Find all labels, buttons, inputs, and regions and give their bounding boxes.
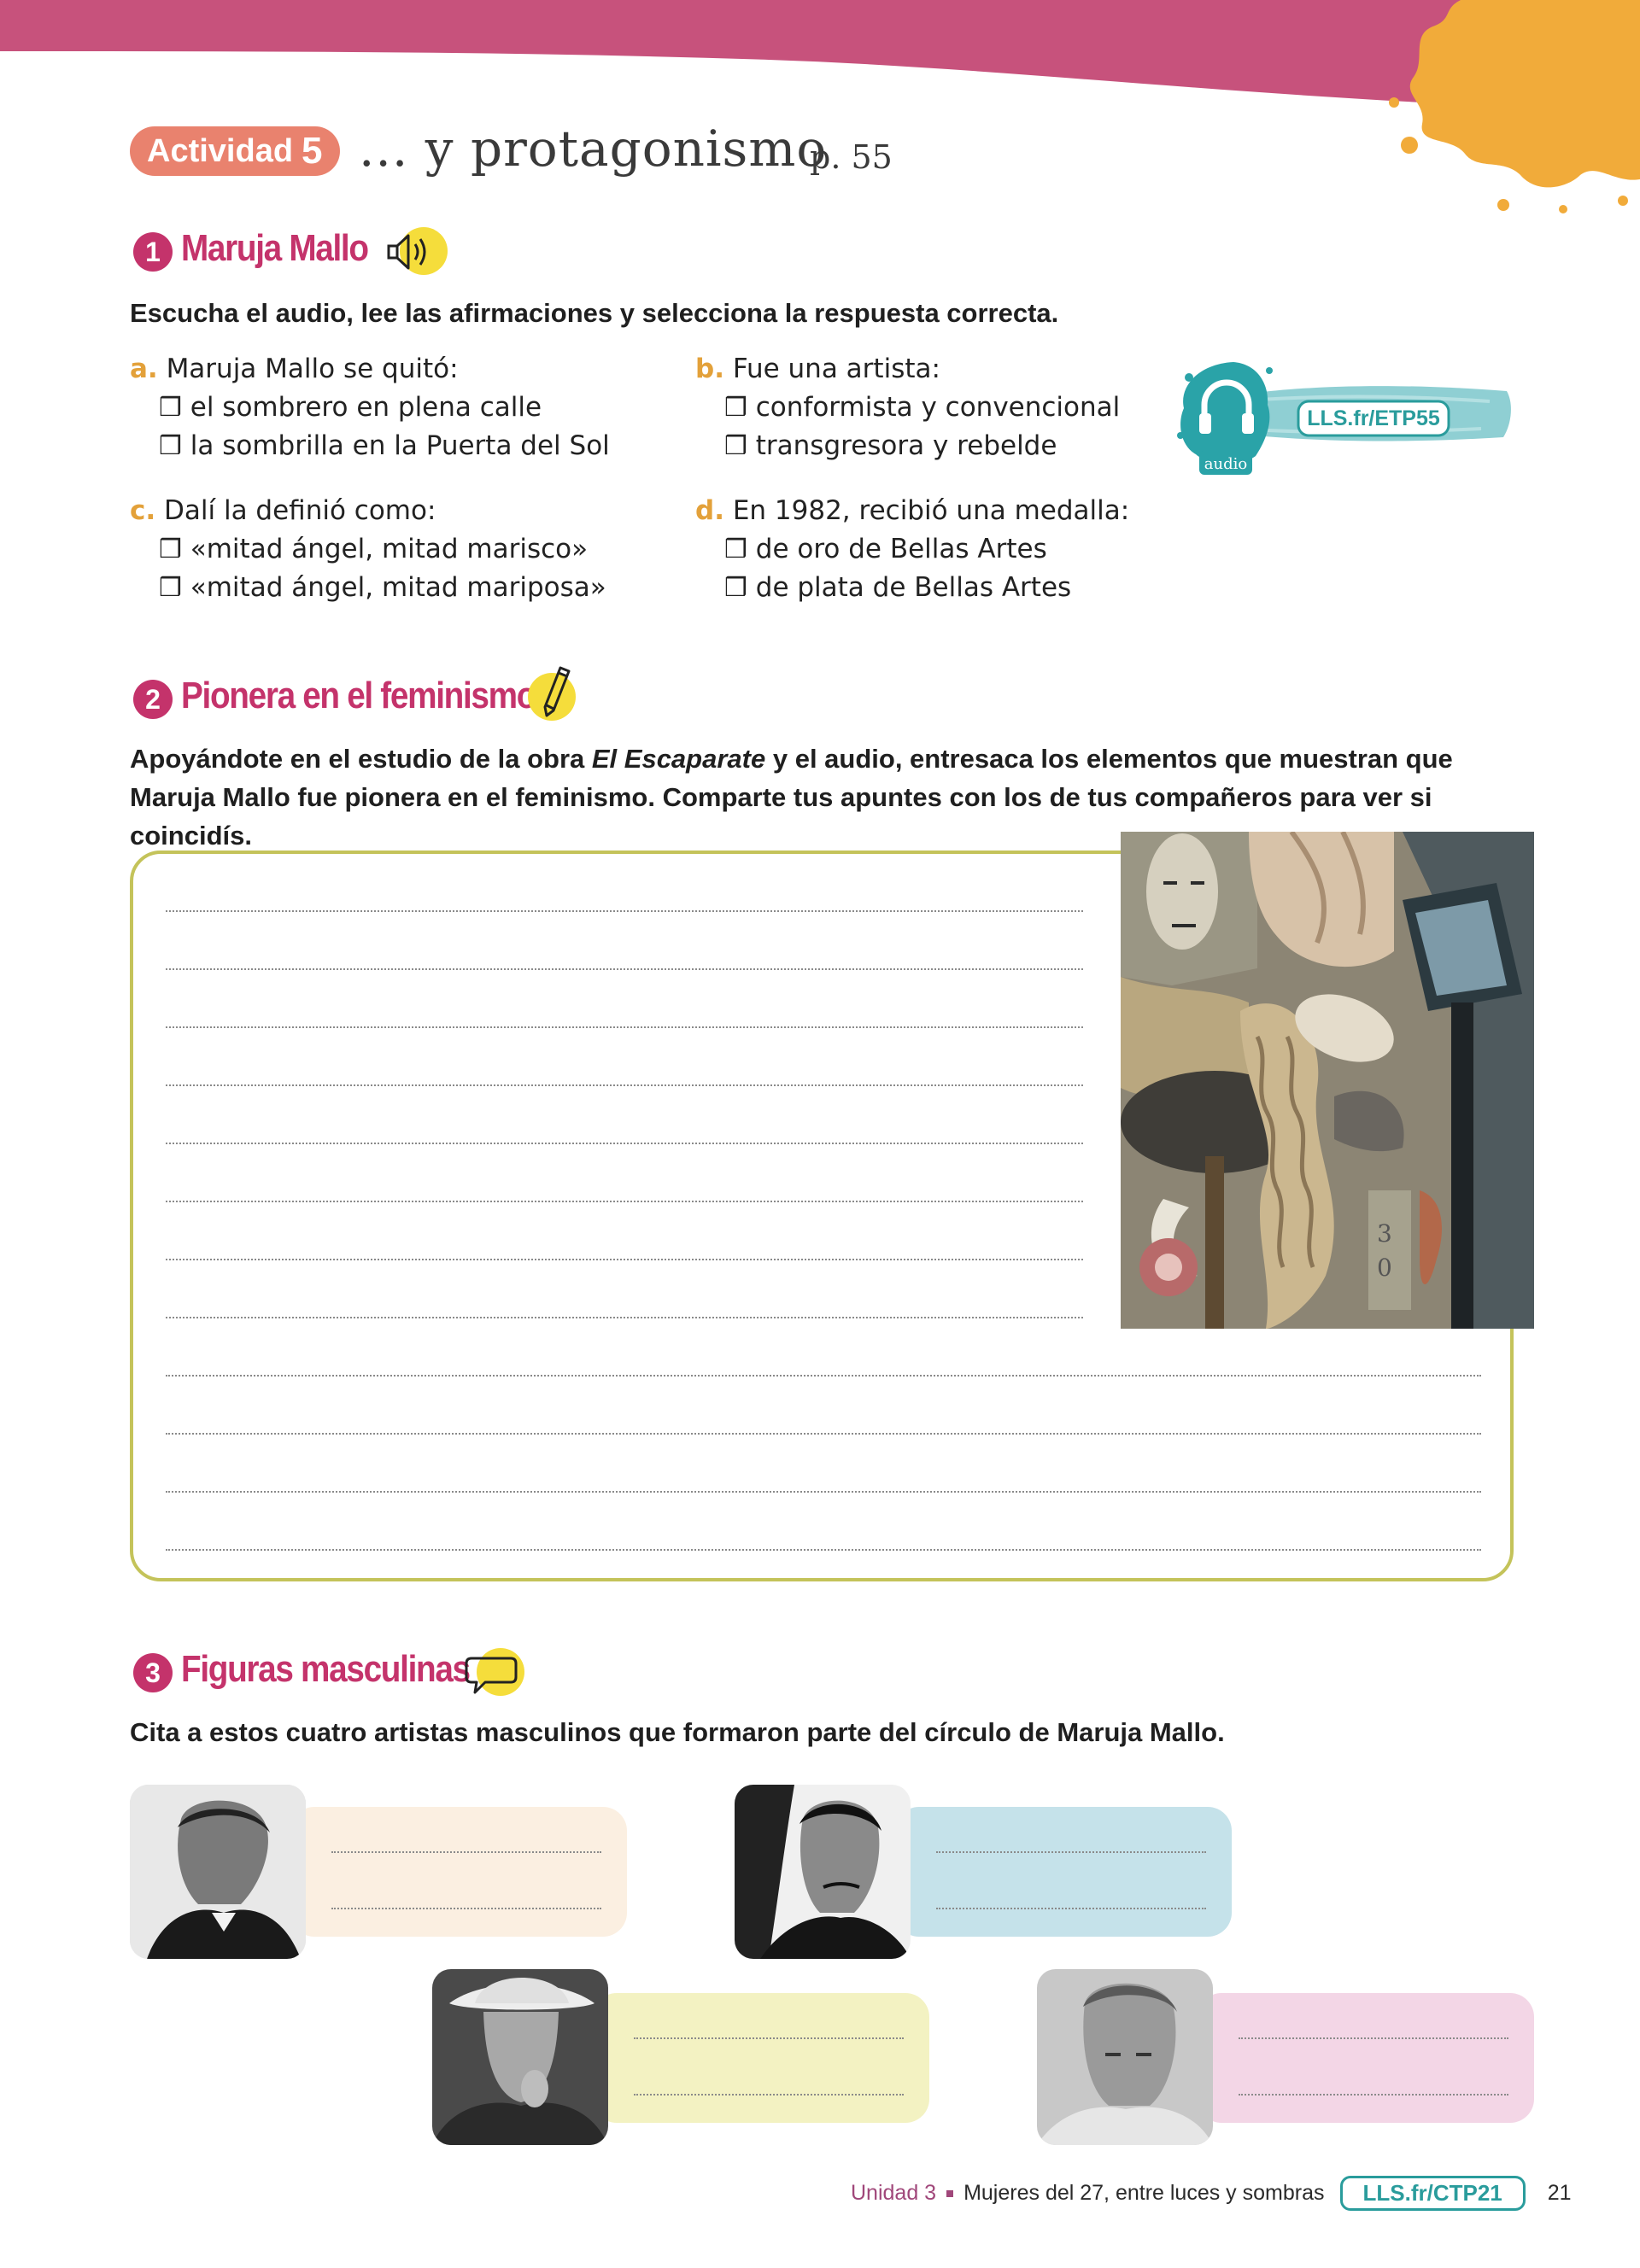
writing-line[interactable] <box>166 1201 1083 1202</box>
option-a2[interactable]: ❒ la sombrilla en la Puerta del Sol <box>130 427 676 465</box>
footer-unit: Unidad 3 <box>851 2181 937 2205</box>
artist-photo-2 <box>735 1785 911 1959</box>
writing-line[interactable] <box>166 910 1083 912</box>
writing-line[interactable] <box>331 1908 601 1909</box>
activity-badge-number: 5 <box>302 130 323 172</box>
speech-bubble-icon <box>465 1648 524 1696</box>
checkbox-icon[interactable]: ❒ <box>724 573 747 603</box>
writing-line[interactable] <box>166 1433 1481 1435</box>
section1-instruction: Escucha el audio, lee las afirmaciones y… <box>130 298 1059 328</box>
writing-line[interactable] <box>166 1317 1083 1318</box>
audio-link-text[interactable]: LLS.fr/ETP55 <box>1307 406 1440 430</box>
writing-line[interactable] <box>166 1143 1083 1144</box>
checkbox-icon[interactable]: ❒ <box>724 393 747 423</box>
artwork-title: El Escaparate <box>591 744 766 774</box>
section3-number: 3 <box>133 1653 173 1692</box>
writing-line[interactable] <box>936 1851 1206 1853</box>
paint-splash-decoration <box>1389 0 1640 213</box>
question-c: c. Dalí la definió como: ❒ «mitad ángel,… <box>130 492 676 607</box>
checkbox-icon[interactable]: ❒ <box>724 535 747 564</box>
svg-text:3: 3 <box>1377 1219 1392 1248</box>
el-escaparate-painting: 3 0 <box>1121 832 1534 1329</box>
footer-separator <box>946 2189 954 2197</box>
writing-line[interactable] <box>1239 2037 1508 2039</box>
artist-photo-3 <box>432 1969 608 2145</box>
footer-link[interactable]: LLS.fr/CTP21 <box>1339 2176 1526 2211</box>
section3-instruction: Cita a estos cuatro artistas masculinos … <box>130 1717 1225 1747</box>
audio-link-badge[interactable]: audio LLS.fr/ETP55 <box>1174 352 1515 480</box>
activity-badge: Actividad 5 <box>130 126 340 176</box>
section2-number: 2 <box>133 680 173 719</box>
checkbox-icon[interactable]: ❒ <box>159 573 182 603</box>
audio-label: audio <box>1204 455 1247 473</box>
question-b: b. Fue una artista: ❒ conformista y conv… <box>695 350 1174 465</box>
writing-line[interactable] <box>166 1375 1481 1377</box>
question-d: d. En 1982, recibió una medalla: ❒ de or… <box>695 492 1208 607</box>
name-card-4[interactable] <box>1198 1993 1534 2123</box>
checkbox-icon[interactable]: ❒ <box>724 431 747 461</box>
checkbox-icon[interactable]: ❒ <box>159 393 182 423</box>
writing-line[interactable] <box>936 1908 1206 1909</box>
checkbox-icon[interactable]: ❒ <box>159 431 182 461</box>
writing-line[interactable] <box>634 2037 904 2039</box>
name-card-2[interactable] <box>895 1807 1232 1937</box>
writing-line[interactable] <box>166 1491 1481 1493</box>
option-c1[interactable]: ❒ «mitad ángel, mitad marisco» <box>130 530 676 569</box>
writing-line[interactable] <box>166 968 1083 970</box>
activity-badge-label: Actividad <box>147 133 294 169</box>
option-a1[interactable]: ❒ el sombrero en plena calle <box>130 389 676 427</box>
section2-title: Pionera en el feminismo <box>181 675 536 716</box>
question-a: a. Maruja Mallo se quitó: ❒ el sombrero … <box>130 350 676 465</box>
name-card-1[interactable] <box>290 1807 627 1937</box>
footer-subtitle: Mujeres del 27, entre luces y sombras <box>964 2181 1325 2205</box>
page-footer: Unidad 3 Mujeres del 27, entre luces y s… <box>851 2176 1572 2211</box>
name-card-3[interactable] <box>593 1993 929 2123</box>
activity-title: ... y protagonismo <box>359 120 828 178</box>
writing-line[interactable] <box>1239 2094 1508 2096</box>
option-b2[interactable]: ❒ transgresora y rebelde <box>695 427 1174 465</box>
artist-photo-4 <box>1037 1969 1213 2145</box>
option-d1[interactable]: ❒ de oro de Bellas Artes <box>695 530 1208 569</box>
pencil-icon <box>528 666 576 721</box>
writing-line[interactable] <box>634 2094 904 2096</box>
writing-line[interactable] <box>166 1259 1083 1260</box>
page-number: 21 <box>1547 2181 1572 2205</box>
writing-line[interactable] <box>331 1851 601 1853</box>
writing-line[interactable] <box>166 1026 1083 1028</box>
section3-title: Figuras masculinas <box>181 1648 471 1690</box>
section1-title: Maruja Mallo <box>181 227 369 269</box>
checkbox-icon[interactable]: ❒ <box>159 535 182 564</box>
section1-number: 1 <box>133 232 173 272</box>
option-c2[interactable]: ❒ «mitad ángel, mitad mariposa» <box>130 569 676 607</box>
svg-text:0: 0 <box>1377 1254 1392 1282</box>
writing-line[interactable] <box>166 1084 1083 1086</box>
option-d2[interactable]: ❒ de plata de Bellas Artes <box>695 569 1208 607</box>
option-b1[interactable]: ❒ conformista y convencional <box>695 389 1174 427</box>
activity-page-ref: p. 55 <box>810 138 893 176</box>
artist-photo-1 <box>130 1785 306 1959</box>
speaker-icon[interactable] <box>386 224 448 280</box>
writing-line[interactable] <box>166 1549 1481 1551</box>
